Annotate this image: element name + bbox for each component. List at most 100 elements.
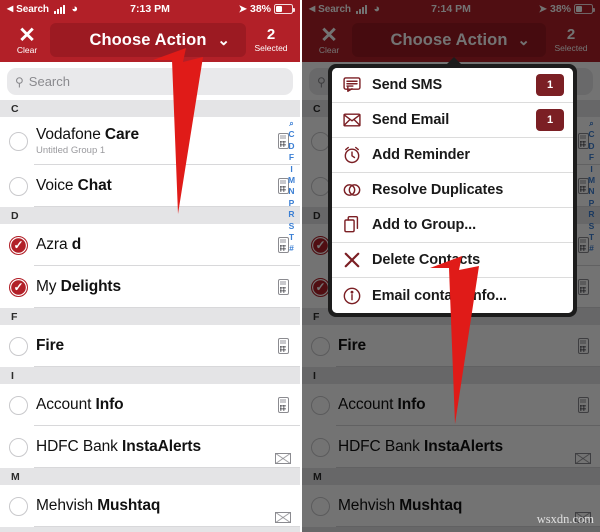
contact-channel-icon[interactable] [266, 279, 300, 295]
contact-last-name: Fire [36, 337, 65, 354]
index-letter[interactable]: M [288, 175, 295, 186]
index-letter[interactable]: I [290, 164, 292, 175]
index-letter[interactable]: S [589, 221, 595, 232]
search-icon[interactable]: ⌕ [589, 118, 593, 129]
contact-name: My Delights [36, 278, 266, 296]
index-letter[interactable]: D [588, 141, 594, 152]
envelope-icon [275, 512, 291, 523]
contact-row[interactable]: My Delights [0, 266, 300, 308]
row-separator [34, 526, 300, 527]
index-letter[interactable]: T [289, 232, 294, 243]
location-arrow-icon: ➤ [238, 3, 247, 15]
contact-row[interactable]: HDFC Bank InstaAlerts [0, 426, 300, 468]
choose-action-button[interactable]: Choose Action ⌄ [50, 23, 246, 57]
menu-item-delete-contacts[interactable]: Delete Contacts [332, 243, 573, 278]
contact-last-name: Care [104, 126, 139, 143]
index-letter[interactable]: P [289, 198, 295, 209]
nav-bar: ✕ Clear Choose Action ⌄ 2 Selected [302, 18, 600, 62]
checkbox-unchecked[interactable] [9, 131, 28, 151]
checkbox-unchecked[interactable] [9, 176, 28, 196]
menu-item-email-contact-info[interactable]: Email contact info... [332, 278, 573, 313]
contact-name: HDFC Bank InstaAlerts [338, 438, 566, 456]
index-letter[interactable]: S [289, 221, 295, 232]
contact-last-name: Info [397, 396, 426, 413]
contact-row[interactable]: HDFC Bank InstaAlerts [302, 426, 600, 468]
index-letter[interactable]: I [590, 164, 592, 175]
index-strip[interactable]: ⌕ C D F I M N P R S T # [585, 118, 598, 255]
contact-first-name: HDFC Bank [36, 438, 122, 455]
index-letter[interactable]: R [588, 209, 594, 220]
row-separator [336, 366, 600, 367]
index-letter[interactable]: C [588, 129, 594, 140]
status-battery-label: 38% [549, 3, 571, 15]
menu-item-add-reminder[interactable]: Add Reminder [332, 138, 573, 173]
search-icon[interactable]: ⌕ [289, 118, 293, 129]
index-letter[interactable]: # [589, 243, 594, 254]
contact-channel-icon[interactable] [266, 397, 300, 413]
contact-channel-icon[interactable] [566, 453, 600, 468]
search-icon: ⚲ [15, 74, 24, 89]
contact-channel-icon[interactable] [266, 453, 300, 468]
checkbox-checked[interactable] [9, 235, 28, 255]
index-letter[interactable]: F [289, 152, 294, 163]
menu-item-label: Email contact info... [372, 287, 507, 304]
contact-row[interactable]: Mehvish Mushtaq [0, 485, 300, 527]
selected-count: 2 [566, 26, 576, 43]
index-letter[interactable]: M [588, 175, 595, 186]
checkbox-checked[interactable] [9, 277, 28, 297]
contact-channel-icon[interactable] [266, 512, 300, 527]
menu-item-add-to-group[interactable]: Add to Group... [332, 208, 573, 243]
index-letter[interactable]: N [288, 186, 294, 197]
index-strip[interactable]: ⌕ C D F I M N P R S T # [285, 118, 298, 255]
index-letter[interactable]: F [589, 152, 594, 163]
contact-channel-icon[interactable] [566, 397, 600, 413]
checkbox-unchecked[interactable] [9, 395, 28, 415]
clear-button[interactable]: ✕ Clear [6, 25, 48, 55]
checkbox-unchecked[interactable] [311, 496, 330, 516]
checkbox-unchecked[interactable] [311, 336, 330, 356]
menu-item-resolve-duplicates[interactable]: Resolve Duplicates [332, 173, 573, 208]
contact-row[interactable]: Account Info [302, 384, 600, 426]
contact-first-name: Voice [36, 177, 78, 194]
contact-channel-icon[interactable] [266, 338, 300, 354]
index-letter[interactable]: N [588, 186, 594, 197]
contact-row[interactable]: Account Info [0, 384, 300, 426]
index-letter[interactable]: D [288, 141, 294, 152]
contact-name-block: HDFC Bank InstaAlerts [338, 438, 566, 456]
contact-row[interactable]: Vodafone CareUntitled Group 1 [0, 117, 300, 165]
contact-row[interactable]: Voice Chat [0, 165, 300, 207]
menu-item-send-sms[interactable]: Send SMS 1 [332, 68, 573, 103]
contact-row[interactable]: Fire [302, 325, 600, 367]
checkbox-unchecked[interactable] [311, 395, 330, 415]
index-letter[interactable]: # [289, 243, 294, 254]
contact-name-block: Mehvish Mushtaq [36, 497, 266, 515]
clear-button[interactable]: ✕ Clear [308, 25, 350, 55]
menu-item-send-email[interactable]: Send Email 1 [332, 103, 573, 138]
search-bar-container: ⚲ Search [0, 62, 300, 100]
contact-name-block: My Delights [36, 278, 266, 296]
status-bar-right: ➤ 38% [539, 3, 595, 15]
checkbox-unchecked[interactable] [9, 336, 28, 356]
selected-count: 2 [266, 26, 276, 43]
choose-action-button[interactable]: Choose Action ⌄ [352, 23, 546, 57]
index-letter[interactable]: T [589, 232, 594, 243]
contact-row[interactable]: Azra d [0, 224, 300, 266]
checkbox-unchecked[interactable] [311, 437, 330, 457]
index-letter[interactable]: R [288, 209, 294, 220]
envelope-icon [575, 453, 591, 464]
contact-last-name: d [71, 236, 82, 253]
contacts-list[interactable]: CVodafone CareUntitled Group 1Voice Chat… [0, 100, 300, 532]
row-separator [336, 467, 600, 468]
contact-name: Fire [36, 337, 266, 355]
left-phone-screen: ◀ Search ◕ 7:13 PM ➤ 38% ✕ Clear Choose … [0, 0, 300, 532]
contact-name-block: Account Info [338, 396, 566, 414]
battery-icon [274, 4, 295, 14]
contact-row[interactable]: Fire [0, 325, 300, 367]
index-letter[interactable]: C [288, 129, 294, 140]
selected-counter: 2 Selected [548, 26, 594, 54]
index-letter[interactable]: P [589, 198, 595, 209]
checkbox-unchecked[interactable] [9, 496, 28, 516]
contact-channel-icon[interactable] [566, 338, 600, 354]
checkbox-unchecked[interactable] [9, 437, 28, 457]
search-input[interactable]: ⚲ Search [7, 68, 293, 95]
